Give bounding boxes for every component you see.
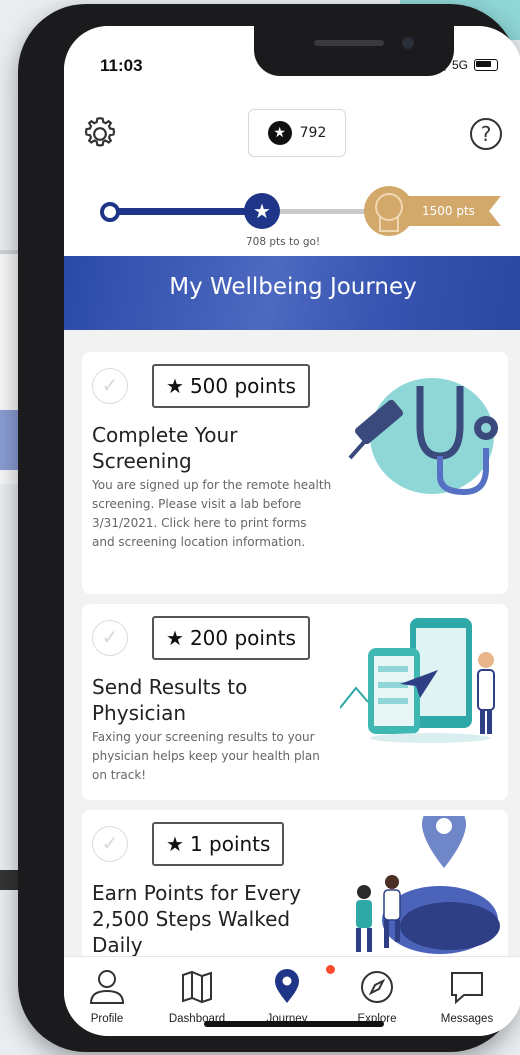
progress-track xyxy=(264,209,376,214)
points-badge-label: 1 points xyxy=(189,832,271,856)
chat-bubble-icon xyxy=(451,972,483,1005)
stethoscope-syringe-illustration xyxy=(348,378,498,496)
progress-goal: 1500 pts xyxy=(364,186,501,236)
checkmark-icon[interactable]: ✓ xyxy=(92,368,128,404)
points-badge: ★ 500 points xyxy=(152,364,310,408)
progress-remaining-label: 708 pts to go! xyxy=(246,236,321,248)
tab-label: Profile xyxy=(90,1013,124,1025)
network-label: 5G xyxy=(451,58,468,72)
activity-card-screening[interactable]: ✓ ★ 500 points Complete Your Screening Y… xyxy=(82,352,508,594)
checkmark-icon[interactable]: ✓ xyxy=(92,826,128,862)
gear-icon[interactable] xyxy=(80,114,120,154)
points-badge-label: 200 points xyxy=(189,626,296,650)
camera-icon xyxy=(402,37,414,49)
points-badge: ★ 1 points xyxy=(152,822,285,866)
medal-icon xyxy=(364,186,414,236)
card-title: Send Results to Physician xyxy=(92,675,248,725)
compass-icon xyxy=(361,971,393,1003)
person-icon xyxy=(89,970,125,1004)
speaker-icon xyxy=(314,40,384,46)
map-icon xyxy=(182,970,212,1004)
star-icon: ★ xyxy=(166,626,184,650)
points-value: 792 xyxy=(299,125,327,141)
journey-title: My Wellbeing Journey xyxy=(169,274,417,300)
progress-fill xyxy=(114,208,264,215)
card-description: Faxing your screening results to your ph… xyxy=(92,730,320,782)
star-icon: ★ xyxy=(267,121,292,145)
progress-start-marker xyxy=(100,202,120,222)
card-title: Earn Points for Every 2,500 Steps Walked… xyxy=(92,881,301,957)
location-pin-icon xyxy=(275,969,299,1003)
tab-messages[interactable]: Messages xyxy=(422,957,512,1036)
tab-label: Messages xyxy=(440,1013,494,1025)
phone-frame: 11:03 5G ★ 792 ? ★ 708 pts to go! 1500 p… xyxy=(18,4,520,1052)
battery-icon xyxy=(474,59,498,71)
star-icon: ★ xyxy=(166,374,184,398)
progress-current-star-icon: ★ xyxy=(244,193,280,229)
points-badge: ★ 200 points xyxy=(152,616,310,660)
points-badge-label: 500 points xyxy=(189,374,296,398)
card-title: Complete Your Screening xyxy=(92,423,238,473)
phone-message-illustration xyxy=(340,618,495,743)
goal-label: 1500 pts xyxy=(402,196,501,226)
home-indicator xyxy=(204,1021,384,1027)
points-balance[interactable]: ★ 792 xyxy=(248,109,346,157)
hiking-illustration xyxy=(356,816,500,954)
card-description: You are signed up for the remote health … xyxy=(92,478,332,549)
star-icon: ★ xyxy=(166,832,184,856)
checkmark-icon[interactable]: ✓ xyxy=(92,620,128,656)
notification-dot xyxy=(326,965,335,974)
app-screen: 11:03 5G ★ 792 ? ★ 708 pts to go! 1500 p… xyxy=(64,26,520,1036)
tab-profile[interactable]: Profile xyxy=(64,957,152,1036)
activity-card-send-results[interactable]: ✓ ★ 200 points Send Results to Physician… xyxy=(82,604,508,800)
help-icon[interactable]: ? xyxy=(470,118,502,150)
status-time: 11:03 xyxy=(100,56,143,75)
phone-notch xyxy=(254,26,454,76)
